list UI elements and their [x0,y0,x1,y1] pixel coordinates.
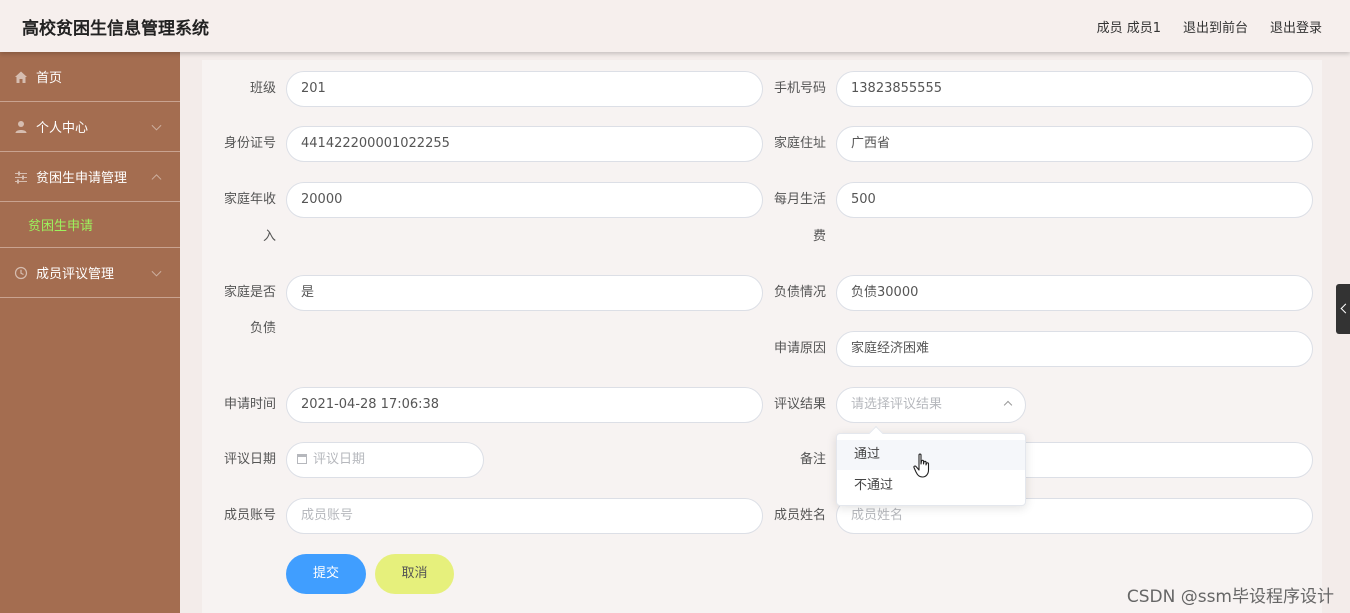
user-icon [15,120,27,133]
phone-label: 手机号码 [773,81,826,96]
member-name-label: 成员姓名 [773,508,826,523]
chevron-up-icon [151,173,162,184]
address-label: 家庭住址 [773,136,826,151]
sidebar-item-home[interactable]: 首页 [0,52,180,102]
debt-status-input[interactable]: 负债30000 [836,275,1313,311]
logout-link[interactable]: 退出登录 [1270,17,1322,36]
income-label-line1: 家庭年收 [223,192,276,207]
watermark: CSDN @ssm毕设程序设计 [1126,587,1334,607]
review-result-select[interactable]: 请选择评议结果 [836,387,1026,423]
home-icon [15,71,27,83]
sidebar: 首页 个人中心 贫困生申请管理 贫困生申请 成员评议管理 [0,52,180,613]
sidebar-item-label: 成员评议管理 [36,267,115,282]
has-debt-label-line1: 家庭是否 [223,285,276,300]
living-cost-input[interactable]: 500 [836,182,1313,218]
chevron-down-icon [151,266,162,277]
review-date-picker[interactable]: 评议日期 [286,442,484,478]
apply-reason-input[interactable]: 家庭经济困难 [836,331,1313,367]
sidebar-item-label: 贫困生申请管理 [36,171,128,186]
living-cost-label-line2: 费 [812,229,826,244]
class-label: 班级 [249,81,276,96]
clock-icon [14,266,28,279]
class-input[interactable]: 201 [286,71,763,107]
chevron-down-icon [151,120,162,131]
sidebar-item-profile[interactable]: 个人中心 [0,102,180,152]
debt-status-label: 负债情况 [773,285,826,300]
address-input[interactable]: 广西省 [836,126,1313,162]
apply-time-input[interactable]: 2021-04-28 17:06:38 [286,387,763,423]
cancel-button[interactable]: 取消 [375,554,454,594]
sidebar-item-label: 个人中心 [36,121,89,136]
submit-button[interactable]: 提交 [286,554,366,594]
review-date-placeholder: 评议日期 [313,452,366,467]
phone-input[interactable]: 13823855555 [836,71,1313,107]
member-account-label: 成员账号 [223,508,276,523]
sidebar-item-label: 首页 [36,71,63,86]
header-nav: 成员 成员1 退出到前台 退出登录 [1097,17,1322,36]
id-number-input[interactable]: 441422200001022255 [286,126,763,162]
top-header: 高校贫困生信息管理系统 成员 成员1 退出到前台 退出登录 [0,0,1350,52]
sidebar-item-member-review-management[interactable]: 成员评议管理 [0,248,180,298]
front-link[interactable]: 退出到前台 [1183,17,1248,36]
has-debt-label-line2: 负债 [249,321,276,336]
living-cost-label-line1: 每月生活 [773,192,826,207]
review-result-label: 评议结果 [773,397,826,412]
sidebar-subitem-poverty-apply[interactable]: 贫困生申请 [0,202,180,248]
app-title: 高校贫困生信息管理系统 [22,19,209,39]
id-number-label: 身份证号 [223,136,276,151]
sliders-icon [15,171,27,183]
apply-reason-label: 申请原因 [773,341,826,356]
chevron-up-icon [1003,400,1013,410]
calendar-icon [297,454,307,464]
income-label-line2: 入 [262,229,276,244]
review-date-label: 评议日期 [223,452,276,467]
review-result-placeholder: 请选择评议结果 [851,397,943,412]
apply-time-label: 申请时间 [223,397,276,412]
income-input[interactable]: 20000 [286,182,763,218]
current-user: 成员 成员1 [1096,21,1161,36]
sidebar-item-poverty-apply-management[interactable]: 贫困生申请管理 [0,152,180,202]
has-debt-input[interactable]: 是 [286,275,763,311]
hand-cursor-icon [913,453,930,478]
member-account-input[interactable]: 成员账号 [286,498,763,534]
collapse-tab[interactable] [1336,284,1350,334]
remark-label: 备注 [799,452,826,467]
